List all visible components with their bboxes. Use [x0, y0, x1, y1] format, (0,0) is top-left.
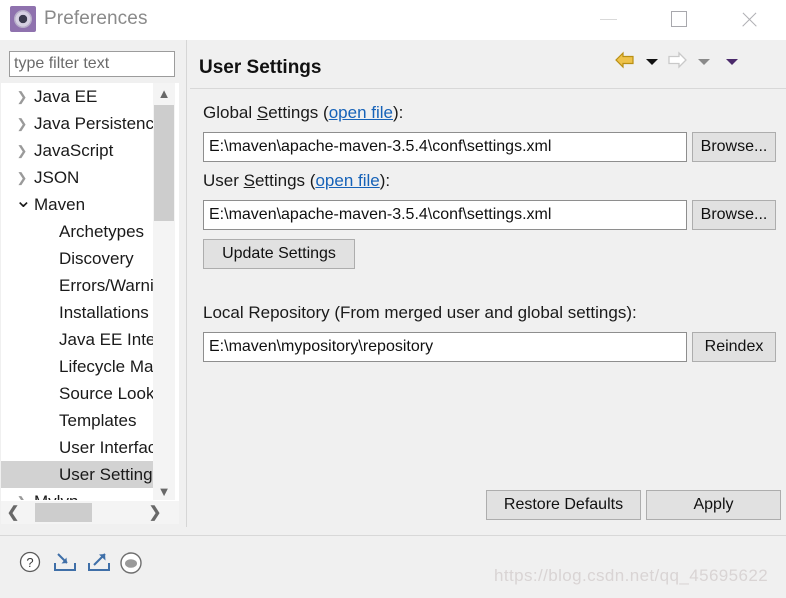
filter-field-wrapper[interactable] [9, 51, 175, 77]
tree-horizontal-scrollbar[interactable]: ❮ ❯ [1, 500, 179, 524]
chevron-right-icon[interactable]: ❯ [15, 137, 29, 164]
local-repository-label: Local Repository (From merged user and g… [203, 303, 637, 322]
sidebar-item-json[interactable]: ❯ JSON [1, 164, 154, 191]
scrollbar-thumb-vertical[interactable] [154, 105, 174, 221]
user-settings-open-file-link[interactable]: open file [315, 171, 379, 190]
dialog-footer: ? Apply and Close Cancel [0, 536, 786, 598]
window-title: Preferences [44, 8, 148, 29]
user-settings-label-mnemonic: S [243, 171, 255, 190]
sidebar-item-label: Java EE [34, 87, 98, 106]
sidebar-item-label: Lifecycle Mappings [59, 357, 154, 376]
sidebar-item-label: JavaScript [34, 141, 114, 160]
sidebar-item-lifecycle-mappings[interactable]: Lifecycle Mappings [1, 353, 154, 380]
tree-viewport: ❯ Java EE ❯ Java Persistence ❯ JavaScript ❯ JSO… [1, 83, 154, 503]
restore-defaults-button[interactable]: Restore Defaults [486, 490, 641, 520]
sidebar-item-java-persistence[interactable]: ❯ Java Persistence [1, 110, 154, 137]
sidebar-item-label: Source Lookup [59, 384, 154, 403]
forward-arrow-icon [666, 50, 692, 76]
sidebar-item-label: User Settings [59, 465, 154, 484]
sidebar-item-label: Discovery [59, 249, 134, 268]
svg-text:?: ? [26, 555, 33, 570]
user-settings-browse-button[interactable]: Browse... [692, 200, 776, 230]
sidebar-item-label: Java EE Integration [59, 330, 154, 349]
sidebar-item-discovery[interactable]: Discovery [1, 245, 154, 272]
import-arrow-icon[interactable] [52, 550, 78, 576]
sidebar-item-label: Archetypes [59, 222, 145, 241]
back-dropdown-caret-down-icon[interactable] [642, 50, 662, 74]
sidebar-item-label: User Interface [59, 438, 154, 457]
preferences-tree[interactable]: ❯ Java EE ❯ Java Persistence ❯ JavaScript ❯ JSO… [1, 83, 179, 523]
sidebar-item-errors-warnings[interactable]: Errors/Warnings [1, 272, 154, 299]
minimize-icon[interactable] [588, 0, 634, 38]
forward-dropdown-caret-down-icon[interactable] [694, 50, 714, 74]
sidebar-item-label: Errors/Warnings [59, 276, 154, 295]
global-settings-browse-button[interactable]: Browse... [692, 132, 776, 162]
sidebar-item-label: Installations [59, 303, 149, 322]
close-icon[interactable] [728, 0, 774, 38]
chevron-up-icon[interactable]: ▲ [153, 83, 175, 105]
user-settings-label: User Settings (open file): [203, 171, 390, 191]
user-settings-label-prefix: User [203, 171, 244, 190]
scrollbar-thumb-horizontal[interactable] [35, 503, 92, 522]
chevron-down-icon[interactable]: ⌄ [15, 191, 32, 218]
local-repository-path-input[interactable] [203, 332, 687, 362]
reindex-button[interactable]: Reindex [692, 332, 776, 362]
maximize-icon[interactable] [658, 0, 704, 38]
sidebar-item-source-lookup[interactable]: Source Lookup [1, 380, 154, 407]
global-settings-label: Global Settings (open file): [203, 103, 403, 123]
scrollbar-track-lower[interactable] [154, 221, 174, 481]
sidebar-item-templates[interactable]: Templates [1, 407, 154, 434]
global-settings-path-input[interactable] [203, 132, 687, 162]
preferences-dialog: Preferences ❯ Java EE ❯ Java Persistence ❯ Ja… [0, 0, 786, 598]
chevron-right-icon[interactable]: ❯ [15, 83, 29, 110]
chevron-right-icon[interactable]: ❯ [143, 501, 167, 524]
sidebar-item-label: JSON [34, 168, 80, 187]
back-arrow-icon[interactable] [614, 50, 640, 76]
sidebar-item-label: Templates [59, 411, 137, 430]
global-settings-label-mnemonic: S [256, 103, 269, 122]
user-settings-path-input[interactable] [203, 200, 687, 230]
page-title: User Settings [199, 57, 322, 78]
user-settings-label-suffix: ettings ( [254, 171, 316, 190]
apply-button[interactable]: Apply [646, 490, 781, 520]
sidebar-item-label: Java Persistence [34, 114, 154, 133]
chevron-left-icon[interactable]: ❮ [1, 501, 25, 524]
search-input[interactable] [10, 52, 174, 76]
question-mark-icon[interactable]: ? [18, 550, 44, 576]
sidebar-item-label: Maven [34, 195, 86, 214]
global-settings-label-prefix: Global [203, 103, 257, 122]
sidebar-item-installations[interactable]: Installations [1, 299, 154, 326]
user-settings-label-end: ): [379, 171, 391, 190]
sidebar-item-java-ee[interactable]: ❯ Java EE [1, 83, 154, 110]
sidebar-item-archetypes[interactable]: Archetypes [1, 218, 154, 245]
chevron-right-icon[interactable]: ❯ [15, 164, 29, 191]
tree-vertical-scrollbar[interactable]: ▲ ▼ [153, 83, 175, 503]
header-divider [190, 88, 786, 89]
preferences-gear-icon [10, 6, 36, 32]
export-arrow-icon[interactable] [86, 550, 112, 576]
global-settings-label-end: ): [392, 103, 404, 122]
target-circle-icon[interactable] [118, 550, 144, 576]
global-settings-open-file-link[interactable]: open file [329, 103, 393, 122]
sidebar-item-javascript[interactable]: ❯ JavaScript [1, 137, 154, 164]
sidebar-item-java-ee-integration[interactable]: Java EE Integration [1, 326, 154, 353]
sidebar-item-user-settings[interactable]: User Settings [1, 461, 154, 488]
sidebar-item-maven[interactable]: ⌄ Maven [1, 191, 154, 218]
global-settings-label-suffix: ettings ( [268, 103, 329, 122]
view-menu-caret-down-icon[interactable] [722, 50, 742, 74]
window-titlebar: Preferences [0, 0, 786, 40]
sidebar-item-user-interface[interactable]: User Interface [1, 434, 154, 461]
update-settings-button[interactable]: Update Settings [203, 239, 355, 269]
chevron-right-icon[interactable]: ❯ [15, 110, 29, 137]
